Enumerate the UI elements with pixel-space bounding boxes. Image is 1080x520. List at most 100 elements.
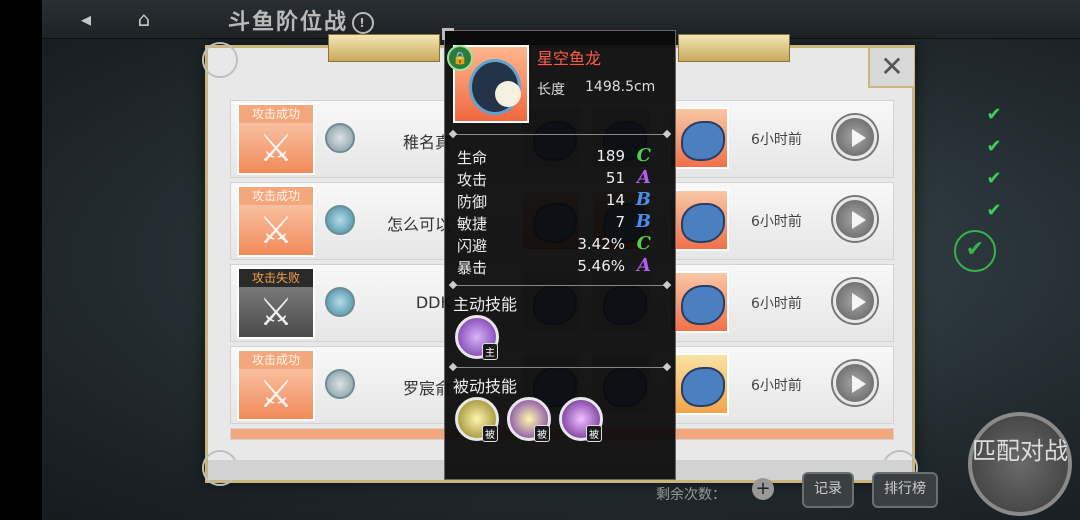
back-arrow-icon[interactable]: ◂ xyxy=(66,4,106,34)
stat-grade: C xyxy=(636,233,651,254)
opponent-name: DDK xyxy=(415,293,451,312)
skill-tag: 被 xyxy=(482,425,498,442)
rank-button[interactable]: 排行榜 xyxy=(872,472,938,508)
passive-skill-strike-icon[interactable]: 被 xyxy=(559,397,603,442)
fish-slot[interactable] xyxy=(669,107,729,169)
stat-grade: A xyxy=(637,167,651,188)
divider xyxy=(453,285,667,286)
info-icon[interactable]: ! xyxy=(352,12,375,34)
stat-grade: B xyxy=(635,211,651,232)
record-button[interactable]: 记录 xyxy=(802,472,854,508)
rank-badge-icon xyxy=(325,123,355,153)
fish-icon xyxy=(681,121,725,161)
result-badge: 攻击成功 ⚔ xyxy=(237,185,315,257)
stat-row: 防御 14 B xyxy=(457,189,665,213)
record-button-label: 记录 xyxy=(814,481,842,497)
check-icon: ✔ xyxy=(986,168,1002,189)
panel-ornament xyxy=(328,34,440,62)
stat-row: 生命 189 C xyxy=(457,145,665,169)
fish-icon xyxy=(681,285,725,325)
fish-slot[interactable] xyxy=(669,271,729,333)
replay-button[interactable] xyxy=(833,279,877,323)
panel-ornament xyxy=(678,34,790,62)
task-checklist: ✔ ✔ ✔ ✔ xyxy=(982,104,1006,232)
fish-slot[interactable] xyxy=(669,189,729,251)
result-badge: 攻击成功 ⚔ xyxy=(237,103,315,175)
stat-value: 51 xyxy=(605,169,625,187)
fish-name: 星空鱼龙 xyxy=(537,49,602,68)
panel-corner xyxy=(202,42,238,78)
match-button-label: 匹配对战 xyxy=(972,437,1068,465)
stat-value: 14 xyxy=(605,191,625,209)
stat-value: 3.42% xyxy=(577,235,625,253)
stat-grade: A xyxy=(637,255,651,276)
rank-button-label: 排行榜 xyxy=(884,481,926,497)
skill-tag: 被 xyxy=(534,425,550,442)
popup-corner xyxy=(442,28,454,40)
left-letterbox xyxy=(0,0,42,520)
record-time: 6小时前 xyxy=(751,132,802,148)
fish-detail-popup: 🔒 星空鱼龙 长度 1498.5cm 生命 189 C 攻击 51 A 防御 14 B 敏捷 7 B 闪… xyxy=(442,28,676,480)
stat-value: 189 xyxy=(596,147,625,165)
match-battle-button[interactable]: 匹配对战 xyxy=(968,412,1072,516)
stat-value: 7 xyxy=(615,213,625,231)
result-label: 攻击成功 xyxy=(239,105,313,123)
stat-grade: B xyxy=(635,189,651,210)
check-icon: ✔ xyxy=(986,200,1002,221)
opponent-name: 稚名真 xyxy=(402,133,451,152)
add-attempts-button[interactable]: + xyxy=(752,478,774,500)
swords-icon: ⚔ xyxy=(258,126,294,170)
replay-button[interactable] xyxy=(833,361,877,405)
result-badge: 攻击失败 ⚔ xyxy=(237,267,315,339)
stat-row: 敏捷 7 B xyxy=(457,211,665,235)
complete-check-icon: ✔ xyxy=(954,230,996,272)
replay-button[interactable] xyxy=(833,197,877,241)
home-icon[interactable]: ⌂ xyxy=(124,4,164,34)
check-icon: ✔ xyxy=(986,104,1002,125)
record-time: 6小时前 xyxy=(751,378,802,394)
passive-skill-label: 被动技能 xyxy=(453,377,518,396)
result-badge: 攻击成功 ⚔ xyxy=(237,349,315,421)
skill-tag: 主 xyxy=(482,343,498,360)
stat-row: 攻击 51 A xyxy=(457,167,665,191)
remaining-label: 剩余次数： xyxy=(656,487,726,503)
moon-icon xyxy=(495,81,521,107)
length-label: 长度 xyxy=(537,82,565,98)
active-skill-label: 主动技能 xyxy=(453,295,518,314)
page-title: 斗鱼阶位战! xyxy=(228,4,375,36)
divider xyxy=(453,367,667,368)
passive-skill-heart-icon[interactable]: 被 xyxy=(507,397,551,442)
active-skill-icon[interactable]: 主 xyxy=(455,315,499,360)
stat-name: 暴击 xyxy=(457,259,488,277)
lock-icon: 🔒 xyxy=(447,45,473,71)
opponent-name: 罗宸俞 xyxy=(402,379,451,398)
fish-icon xyxy=(681,203,725,243)
stat-name: 攻击 xyxy=(457,171,488,189)
stat-name: 生命 xyxy=(457,149,488,167)
stat-grade: C xyxy=(636,145,651,166)
result-label: 攻击成功 xyxy=(239,351,313,369)
length-value: 1498.5cm xyxy=(585,79,656,95)
stat-value: 5.46% xyxy=(577,257,625,275)
record-time: 6小时前 xyxy=(751,296,802,312)
record-time: 6小时前 xyxy=(751,214,802,230)
swords-icon: ⚔ xyxy=(258,208,294,252)
swords-icon: ⚔ xyxy=(258,372,294,416)
close-button[interactable]: ✕ xyxy=(868,48,914,88)
replay-button[interactable] xyxy=(833,115,877,159)
stat-row: 闪避 3.42% C xyxy=(457,233,665,257)
stat-name: 闪避 xyxy=(457,237,488,255)
opponent-name: 怎么可以 xyxy=(386,215,451,234)
check-icon: ✔ xyxy=(986,136,1002,157)
result-label: 攻击失败 xyxy=(239,269,313,287)
result-label: 攻击成功 xyxy=(239,187,313,205)
divider xyxy=(453,134,667,135)
rank-badge-icon xyxy=(325,287,355,317)
swords-icon: ⚔ xyxy=(258,290,294,334)
rank-badge-icon xyxy=(325,369,355,399)
fish-slot[interactable] xyxy=(669,353,729,415)
rank-badge-icon xyxy=(325,205,355,235)
passive-skill-heal-icon[interactable]: 被 xyxy=(455,397,499,442)
stat-name: 敏捷 xyxy=(457,215,488,233)
stat-name: 防御 xyxy=(457,193,488,211)
